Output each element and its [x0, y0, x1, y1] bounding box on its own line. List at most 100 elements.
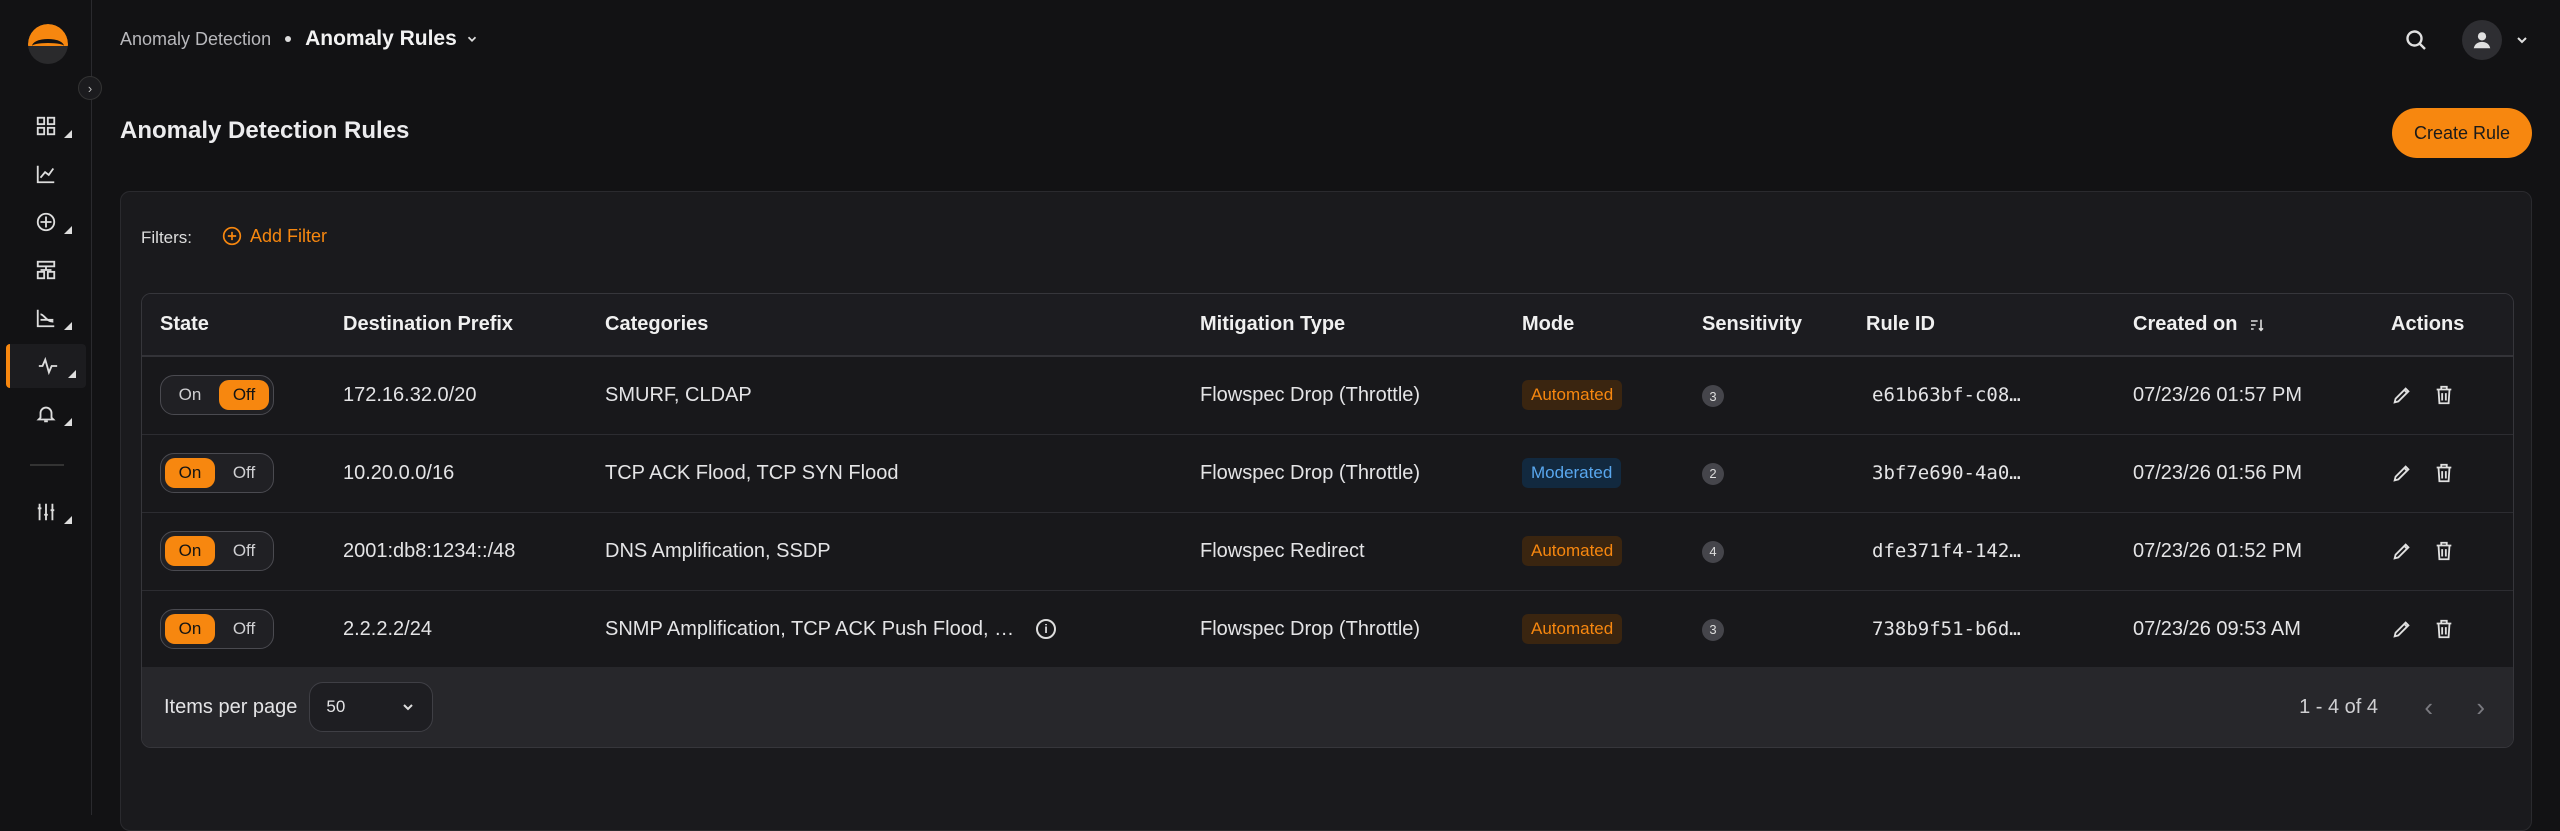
categories-cell: SMURF, CLDAP	[587, 356, 1182, 434]
edit-pencil-icon[interactable]	[2391, 462, 2413, 484]
sensitivity-cell: 3	[1684, 590, 1848, 668]
nav-network-icon[interactable]	[6, 200, 86, 244]
rules-panel: Filters: Add Filter State Destination Pr…	[120, 191, 2532, 831]
add-filter-label: Add Filter	[250, 225, 328, 246]
col-state[interactable]: State	[142, 294, 325, 356]
created-on-cell: 07/23/26 01:56 PM	[2133, 461, 2303, 484]
state-cell: On Off	[142, 512, 325, 590]
col-mode[interactable]: Mode	[1504, 294, 1684, 356]
col-actions: Actions	[2391, 313, 2465, 335]
breadcrumb-current-dropdown[interactable]: Anomaly Rules	[305, 27, 479, 51]
nav-anomaly-icon[interactable]	[6, 344, 86, 388]
state-cell: On Off	[142, 434, 325, 512]
items-per-page-select[interactable]: 50	[309, 682, 434, 732]
delete-trash-icon[interactable]	[2433, 462, 2455, 484]
toggle-on-option[interactable]: On	[165, 536, 215, 566]
app-logo[interactable]	[28, 24, 68, 64]
toggle-off-option[interactable]: Off	[219, 458, 269, 488]
add-filter-button[interactable]: Add Filter	[222, 226, 327, 247]
pagination-range: 1 - 4 of 4	[2299, 695, 2378, 718]
chevron-down-icon	[467, 36, 476, 42]
created-on-cell: 07/23/26 01:57 PM	[2133, 383, 2303, 406]
state-cell: On Off	[142, 356, 325, 434]
mode-badge: Automated	[1522, 536, 1623, 566]
mitigation-type-cell: Flowspec Redirect	[1200, 539, 1365, 562]
filters-bar: Filters: Add Filter	[141, 224, 327, 248]
toggle-off-option[interactable]: Off	[219, 536, 269, 566]
search-icon[interactable]	[2404, 28, 2428, 52]
breadcrumb-root[interactable]: Anomaly Detection	[120, 29, 271, 50]
destination-prefix-cell: 10.20.0.0/16	[343, 461, 455, 484]
table-row[interactable]: On Off 2.2.2.2/24 SNMP Amplification, TCP A…	[142, 590, 2513, 668]
state-toggle[interactable]: On Off	[160, 453, 274, 493]
sidebar: ›	[0, 0, 102, 815]
state-toggle[interactable]: On Off	[160, 531, 274, 571]
col-sensitivity[interactable]: Sensitivity	[1684, 294, 1848, 356]
mitigation-type-cell: Flowspec Drop (Throttle)	[1200, 461, 1421, 484]
destination-prefix-cell: 2001:db8:1234::/48	[343, 539, 516, 562]
table-row[interactable]: On Off 2001:db8:1234::/48 DNS Amplification…	[142, 512, 2513, 590]
info-icon[interactable]: i	[1036, 619, 1057, 640]
categories-cell: TCP ACK Flood, TCP SYN Flood	[587, 434, 1182, 512]
sensitivity-badge: 2	[1702, 462, 1724, 485]
nav-reports-icon[interactable]	[6, 296, 86, 340]
mode-cell: Automated	[1504, 590, 1684, 668]
table-row[interactable]: On Off 172.16.32.0/20 SMURF, CLDAP Flowspec …	[142, 356, 2513, 434]
mitigation-type-cell: Flowspec Drop (Throttle)	[1200, 617, 1421, 640]
sensitivity-badge: 4	[1702, 540, 1724, 563]
delete-trash-icon[interactable]	[2433, 384, 2455, 406]
col-categories[interactable]: Categories	[587, 294, 1182, 356]
toggle-on-option[interactable]: On	[165, 458, 215, 488]
state-toggle[interactable]: On Off	[160, 375, 274, 416]
edit-pencil-icon[interactable]	[2391, 618, 2413, 640]
sensitivity-badge: 3	[1702, 618, 1724, 641]
breadcrumb: Anomaly Detection Anomaly Rules	[120, 27, 479, 51]
categories-text: SNMP Amplification, TCP ACK Push Flood, …	[605, 617, 1015, 640]
table-row[interactable]: On Off 10.20.0.0/16 TCP ACK Flood, TCP SYN …	[142, 434, 2513, 512]
avatar[interactable]	[2462, 20, 2502, 60]
create-rule-button[interactable]: Create Rule	[2392, 108, 2532, 158]
sort-icon[interactable]	[2249, 317, 2265, 333]
state-toggle[interactable]: On Off	[160, 609, 274, 649]
col-created-on-label: Created on	[2133, 313, 2238, 335]
pagination-bar: Items per page 50 1 - 4 of 4 ‹ ›	[142, 667, 2513, 747]
delete-trash-icon[interactable]	[2433, 618, 2455, 640]
filters-label: Filters:	[141, 228, 192, 247]
next-page-chevron-icon[interactable]: ›	[2476, 692, 2485, 723]
categories-text: TCP ACK Flood, TCP SYN Flood	[605, 461, 899, 484]
toggle-off-option[interactable]: Off	[219, 614, 269, 644]
breadcrumb-separator	[285, 36, 292, 42]
sensitivity-cell: 4	[1684, 512, 1848, 590]
toggle-off-option[interactable]: Off	[219, 380, 269, 411]
expand-sidebar-chevron-icon[interactable]: ›	[78, 76, 102, 100]
actions-cell	[2373, 434, 2513, 512]
mode-cell: Automated	[1504, 356, 1684, 434]
toggle-on-option[interactable]: On	[165, 380, 215, 410]
mode-cell: Moderated	[1504, 434, 1684, 512]
col-created-on[interactable]: Created on	[2115, 294, 2373, 356]
mode-badge: Automated	[1522, 380, 1623, 411]
mitigation-type-cell: Flowspec Drop (Throttle)	[1200, 383, 1421, 406]
nav-settings-sliders-icon[interactable]	[6, 490, 86, 534]
nav-alerts-bell-icon[interactable]	[6, 392, 86, 436]
nav-dashboard-icon[interactable]	[6, 104, 86, 148]
categories-cell: SNMP Amplification, TCP ACK Push Flood, …	[587, 590, 1182, 668]
header-actions	[2404, 20, 2530, 60]
edit-pencil-icon[interactable]	[2391, 540, 2413, 562]
mode-cell: Automated	[1504, 512, 1684, 590]
sensitivity-badge: 3	[1702, 385, 1724, 407]
col-rule-id[interactable]: Rule ID	[1848, 294, 2115, 356]
toggle-on-option[interactable]: On	[165, 614, 215, 644]
col-destination-prefix[interactable]: Destination Prefix	[325, 294, 587, 356]
col-mitigation-type[interactable]: Mitigation Type	[1182, 294, 1504, 356]
nav-analytics-icon[interactable]	[6, 152, 86, 196]
items-per-page-value: 50	[326, 697, 346, 716]
nav-topology-icon[interactable]	[6, 248, 86, 292]
destination-prefix-cell: 2.2.2.2/24	[343, 617, 432, 640]
edit-pencil-icon[interactable]	[2391, 384, 2413, 406]
user-menu[interactable]	[2462, 20, 2530, 60]
actions-cell	[2373, 590, 2513, 668]
actions-cell	[2373, 356, 2513, 434]
previous-page-chevron-icon[interactable]: ‹	[2424, 692, 2433, 723]
delete-trash-icon[interactable]	[2433, 540, 2455, 562]
